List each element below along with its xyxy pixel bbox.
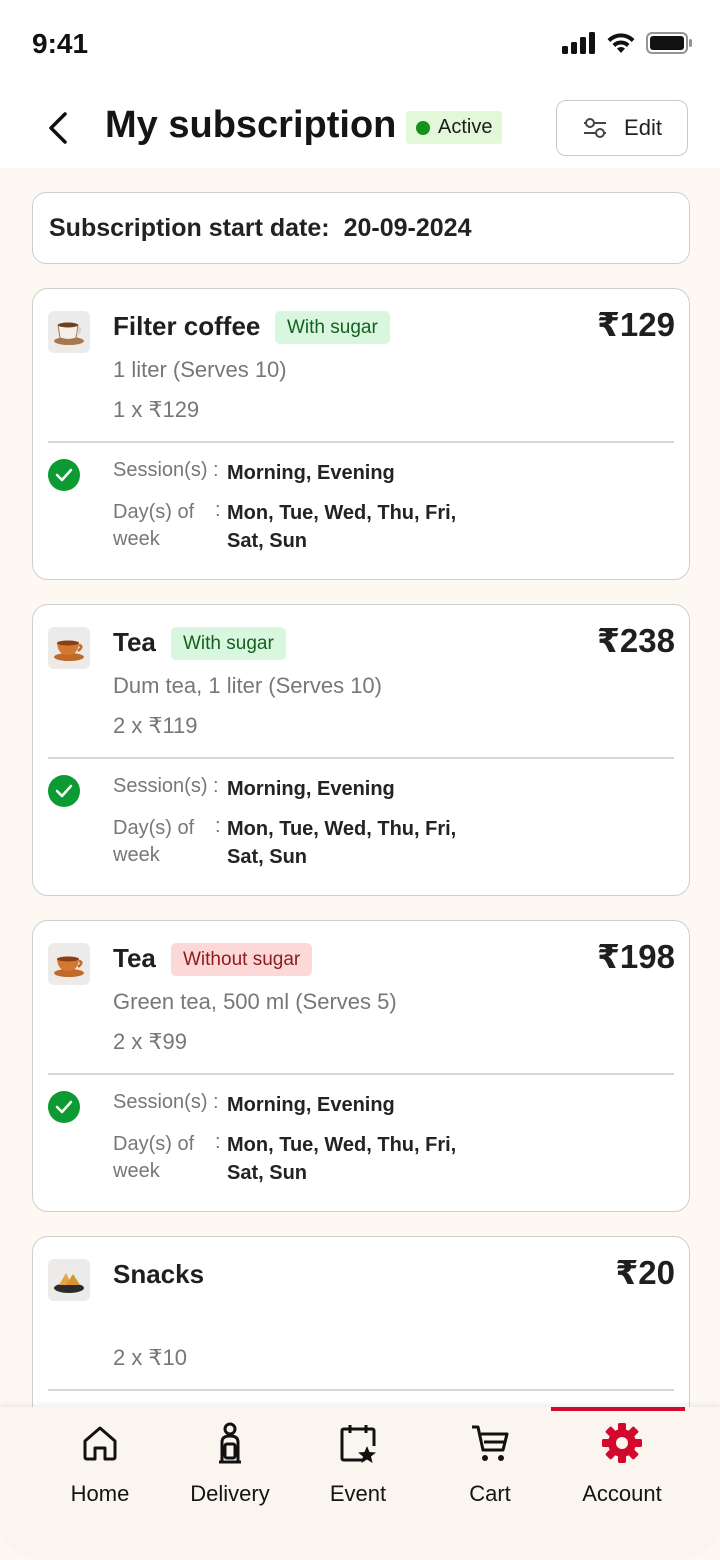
- days-colon: :: [215, 815, 221, 837]
- subscription-item-card[interactable]: Tea With sugar ₹238 Dum tea, 1 liter (Se…: [32, 604, 690, 896]
- session-value: Morning, Evening: [227, 462, 395, 484]
- item-price: ₹238: [596, 622, 675, 659]
- tab-label: Account: [582, 1481, 662, 1506]
- subscription-item-card[interactable]: Tea Without sugar ₹198 Green tea, 500 ml…: [32, 920, 690, 1212]
- item-description: Dum tea, 1 liter (Serves 10): [113, 673, 382, 698]
- divider: [48, 1073, 674, 1075]
- signal-icon: [562, 32, 595, 54]
- edit-button-label: Edit: [624, 115, 662, 140]
- item-name: Tea: [113, 627, 156, 657]
- gear-icon: [600, 1421, 644, 1465]
- edit-button[interactable]: Edit: [556, 100, 688, 156]
- tab-account[interactable]: Account: [557, 1421, 687, 1511]
- days-label: Day(s) of week: [113, 1133, 195, 1182]
- active-dot-icon: [416, 120, 430, 135]
- tab-delivery[interactable]: Delivery: [165, 1421, 295, 1511]
- session-label: Session(s) :: [113, 775, 219, 797]
- check-circle-icon: [48, 459, 80, 491]
- snacks-plate-icon: [48, 1259, 90, 1301]
- event-calendar-icon: [336, 1421, 380, 1465]
- session-label: Session(s) :: [113, 459, 219, 481]
- subscription-item-card[interactable]: Filter coffee With sugar ₹129 1 liter (S…: [32, 288, 690, 580]
- status-badge-label: Active: [438, 116, 493, 138]
- start-date-label: Subscription start date:: [49, 213, 330, 242]
- session-value: Morning, Evening: [227, 778, 395, 800]
- coffee-cup-icon: [48, 311, 90, 353]
- days-value: Mon, Tue, Wed, Thu, Fri, Sat, Sun: [227, 818, 457, 868]
- sugar-tag: With sugar: [275, 311, 390, 344]
- tea-cup-icon: [48, 627, 90, 669]
- item-quantity: 2 x ₹99: [113, 1029, 187, 1054]
- start-date-value: 20-09-2024: [343, 213, 472, 242]
- item-description: Green tea, 500 ml (Serves 5): [113, 989, 397, 1014]
- page-title: My subscription: [105, 104, 397, 146]
- days-value: Mon, Tue, Wed, Thu, Fri, Sat, Sun: [227, 502, 457, 552]
- tab-cart[interactable]: Cart: [425, 1421, 555, 1511]
- item-price: ₹20: [615, 1254, 675, 1291]
- item-price: ₹198: [596, 938, 675, 975]
- check-circle-icon: [48, 1091, 80, 1123]
- divider: [48, 441, 674, 443]
- status-bar: 9:41: [0, 0, 720, 88]
- tab-label: Home: [70, 1481, 130, 1506]
- chevron-left-icon: [49, 112, 67, 144]
- bottom-tab-bar: Home Delivery Event Cart Account: [0, 1407, 720, 1560]
- wifi-icon: [607, 33, 635, 53]
- item-quantity: 2 x ₹10: [113, 1345, 187, 1370]
- filter-sliders-icon: [584, 118, 607, 138]
- item-name: Tea: [113, 943, 156, 973]
- check-circle-icon: [48, 775, 80, 807]
- item-quantity: 1 x ₹129: [113, 397, 200, 422]
- tab-label: Event: [329, 1481, 387, 1506]
- delivery-person-icon: [208, 1421, 252, 1465]
- header: My subscription Active Edit: [0, 88, 720, 168]
- main-content[interactable]: Subscription start date: 20-09-2024 Filt…: [0, 168, 720, 1560]
- tea-cup-icon: [48, 943, 90, 985]
- cart-icon: [468, 1421, 512, 1465]
- tab-event[interactable]: Event: [293, 1421, 423, 1511]
- status-badge: Active: [406, 111, 503, 144]
- item-name: Filter coffee: [113, 311, 261, 341]
- sugar-tag: With sugar: [171, 627, 286, 660]
- divider: [48, 757, 674, 759]
- item-name: Snacks: [113, 1259, 205, 1289]
- tab-home[interactable]: Home: [35, 1421, 165, 1511]
- item-quantity: 2 x ₹119: [113, 713, 198, 738]
- active-tab-indicator: [551, 1407, 685, 1411]
- item-price: ₹129: [596, 306, 675, 343]
- back-button[interactable]: [38, 108, 78, 148]
- tab-label: Delivery: [190, 1481, 270, 1506]
- session-value: Morning, Evening: [227, 1094, 395, 1116]
- tab-label: Cart: [469, 1481, 511, 1506]
- divider: [48, 1389, 674, 1391]
- days-label: Day(s) of week: [113, 817, 195, 866]
- home-icon: [78, 1421, 122, 1465]
- battery-icon: [646, 32, 692, 54]
- status-time: 9:41: [32, 28, 89, 59]
- sugar-tag: Without sugar: [171, 943, 313, 976]
- subscription-start-date: Subscription start date: 20-09-2024: [32, 192, 690, 264]
- item-description: 1 liter (Serves 10): [113, 357, 287, 382]
- days-label: Day(s) of week: [113, 501, 195, 550]
- days-colon: :: [215, 1131, 221, 1153]
- days-value: Mon, Tue, Wed, Thu, Fri, Sat, Sun: [227, 1134, 457, 1184]
- session-label: Session(s) :: [113, 1091, 219, 1113]
- status-icons: [562, 32, 692, 54]
- days-colon: :: [215, 499, 221, 521]
